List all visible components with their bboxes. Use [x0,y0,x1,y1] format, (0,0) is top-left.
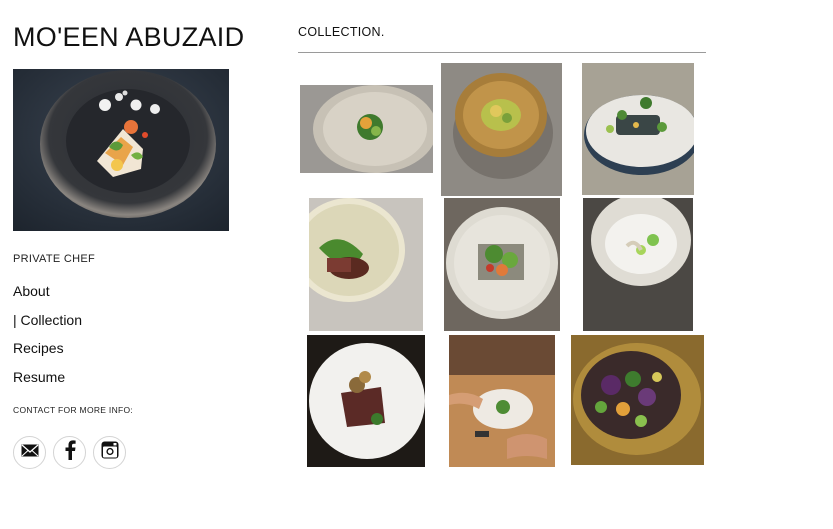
section-title: COLLECTION. [298,25,385,39]
mail-link[interactable] [13,436,46,469]
nav-item-recipes[interactable]: Recipes [13,340,82,369]
section-divider [298,52,706,53]
gallery-photo-3[interactable] [582,63,694,195]
facebook-icon [64,440,76,465]
mail-icon [21,444,39,462]
instagram-icon [101,441,119,464]
gallery-photo-7[interactable] [307,335,425,467]
gallery-photo-5[interactable] [444,198,560,331]
site-title[interactable]: MO'EEN ABUZAID [13,22,244,53]
gallery-photo-1[interactable] [300,85,433,173]
facebook-link[interactable] [53,436,86,469]
gallery-photo-9[interactable] [571,335,704,465]
gallery-photo-2[interactable] [441,63,562,196]
gallery-photo-6[interactable] [583,198,693,331]
main-nav: About | Collection Recipes Resume [13,283,82,397]
social-links [13,436,126,469]
nav-item-about[interactable]: About [13,283,82,312]
contact-label: CONTACT FOR MORE INFO: [13,405,134,415]
hero-dish-photo [13,69,229,231]
tagline: PRIVATE CHEF [13,253,96,265]
nav-item-resume[interactable]: Resume [13,369,82,398]
gallery-photo-4[interactable] [309,198,423,331]
instagram-link[interactable] [93,436,126,469]
nav-item-collection[interactable]: | Collection [13,312,82,341]
gallery-photo-8[interactable] [449,335,555,467]
